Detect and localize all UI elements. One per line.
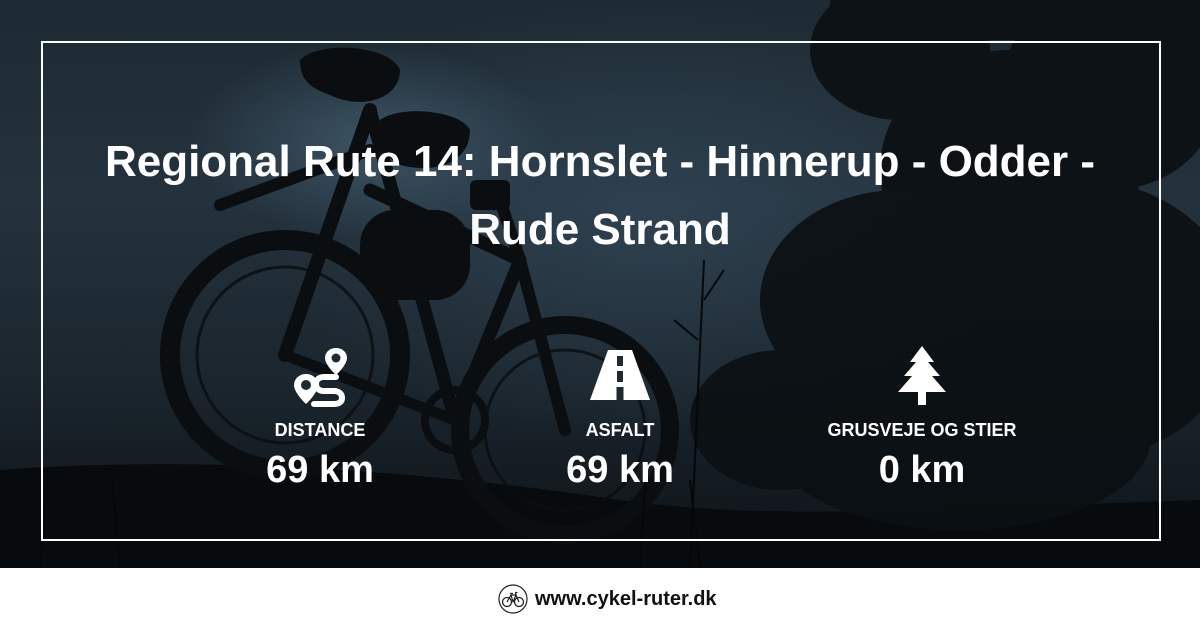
stat-asphalt-label: ASFALT <box>585 420 655 440</box>
footer: www.cykel-ruter.dk <box>0 568 1200 630</box>
stat-distance-label: DISTANCE <box>274 420 366 440</box>
stat-asphalt: ASFALT 69 km <box>490 344 750 492</box>
stat-gravel-value: 0 km <box>878 449 966 491</box>
page-title: Regional Rute 14: Hornslet - Hinnerup - … <box>104 137 1096 254</box>
stat-gravel-label: GRUSVEJE OG STIER <box>827 420 1017 440</box>
stat-distance-value: 69 km <box>266 449 374 491</box>
site-url[interactable]: www.cykel-ruter.dk <box>535 588 717 611</box>
stat-asphalt-value: 69 km <box>566 449 674 491</box>
bicycle-icon <box>498 584 528 614</box>
stat-gravel: GRUSVEJE OG STIER 0 km <box>792 344 1052 492</box>
stat-distance: DISTANCE 69 km <box>190 344 450 492</box>
tree-icon <box>898 346 946 405</box>
road-icon <box>590 350 650 400</box>
hero-banner: Regional Rute 14: Hornslet - Hinnerup - … <box>0 0 1200 568</box>
site-branding[interactable]: www.cykel-ruter.dk <box>498 582 717 616</box>
route-icon <box>294 348 347 407</box>
